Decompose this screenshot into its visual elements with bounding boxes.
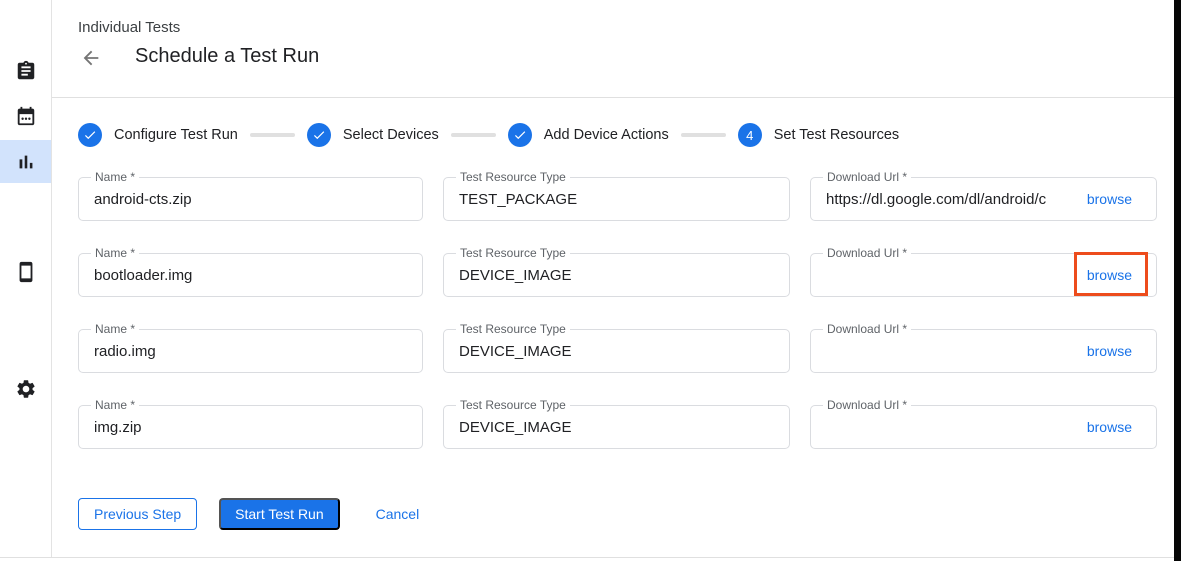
download-url-field: Download Url * browse [810,405,1157,449]
test-resource-type-field: Test Resource Type [443,405,790,449]
download-url-input[interactable] [826,179,1070,219]
stepper-connector [681,133,726,137]
step-indicator [307,123,331,147]
name-field: Name * [78,253,423,297]
name-input[interactable] [94,331,412,371]
name-input[interactable] [94,179,412,219]
stepper-connector [250,133,295,137]
step-indicator [508,123,532,147]
bottom-divider [0,557,1174,558]
test-resource-type-input[interactable] [459,331,779,371]
back-button[interactable] [79,46,103,70]
download-url-input[interactable] [826,255,1070,295]
name-input[interactable] [94,255,412,295]
cancel-button[interactable]: Cancel [376,498,420,530]
test-resource-type-input[interactable] [459,407,779,447]
settings-icon [15,378,37,400]
step-number: 4 [746,128,753,143]
smartphone-icon [15,261,37,283]
name-field: Name * [78,329,423,373]
sidebar-item-settings[interactable] [0,367,51,410]
download-url-field: Download Url * browse [810,329,1157,373]
name-field: Name * [78,405,423,449]
header-divider [52,97,1174,98]
sidebar-item-tests[interactable] [0,49,51,92]
sidebar-item-test-results[interactable] [0,140,51,183]
check-icon [513,128,527,142]
step-label: Set Test Resources [774,127,899,143]
download-url-field: Download Url * browse [810,253,1157,297]
test-resource-type-field: Test Resource Type [443,253,790,297]
browse-button[interactable]: browse [1087,406,1132,448]
test-resource-type-input[interactable] [459,179,779,219]
bar-chart-icon [15,151,37,173]
sidebar-item-devices[interactable] [0,250,51,293]
sidebar-item-test-plans[interactable] [0,94,51,137]
check-icon [312,128,326,142]
check-icon [83,128,97,142]
browse-button-highlighted[interactable]: browse [1087,254,1132,296]
sidebar [0,0,52,557]
download-url-field: Download Url * browse [810,177,1157,221]
browse-button[interactable]: browse [1087,330,1132,372]
step-select-devices[interactable]: Select Devices [307,123,439,147]
stepper-connector [451,133,496,137]
download-url-input[interactable] [826,331,1070,371]
step-configure-test-run[interactable]: Configure Test Run [78,123,238,147]
start-test-run-button[interactable]: Start Test Run [219,498,339,530]
test-resources-form: Name * Test Resource Type Download Url *… [78,177,1157,449]
breadcrumb: Individual Tests [78,19,180,36]
calendar-icon [15,105,37,127]
name-field: Name * [78,177,423,221]
page-title: Schedule a Test Run [135,45,319,68]
step-label: Configure Test Run [114,127,238,143]
step-indicator [78,123,102,147]
assignment-icon [15,60,37,82]
download-url-input[interactable] [826,407,1070,447]
step-add-device-actions[interactable]: Add Device Actions [508,123,669,147]
stepper: Configure Test Run Select Devices Add De… [78,123,899,147]
step-label: Select Devices [343,127,439,143]
step-set-test-resources[interactable]: 4 Set Test Resources [738,123,899,147]
browse-button[interactable]: browse [1087,178,1132,220]
action-bar: Previous Step Start Test Run Cancel [78,498,419,530]
test-resource-type-field: Test Resource Type [443,177,790,221]
step-indicator: 4 [738,123,762,147]
previous-step-button[interactable]: Previous Step [78,498,197,530]
test-resource-type-input[interactable] [459,255,779,295]
arrow-back-icon [80,47,102,69]
name-input[interactable] [94,407,412,447]
test-resource-type-field: Test Resource Type [443,329,790,373]
window-right-edge [1174,0,1181,561]
step-label: Add Device Actions [544,127,669,143]
